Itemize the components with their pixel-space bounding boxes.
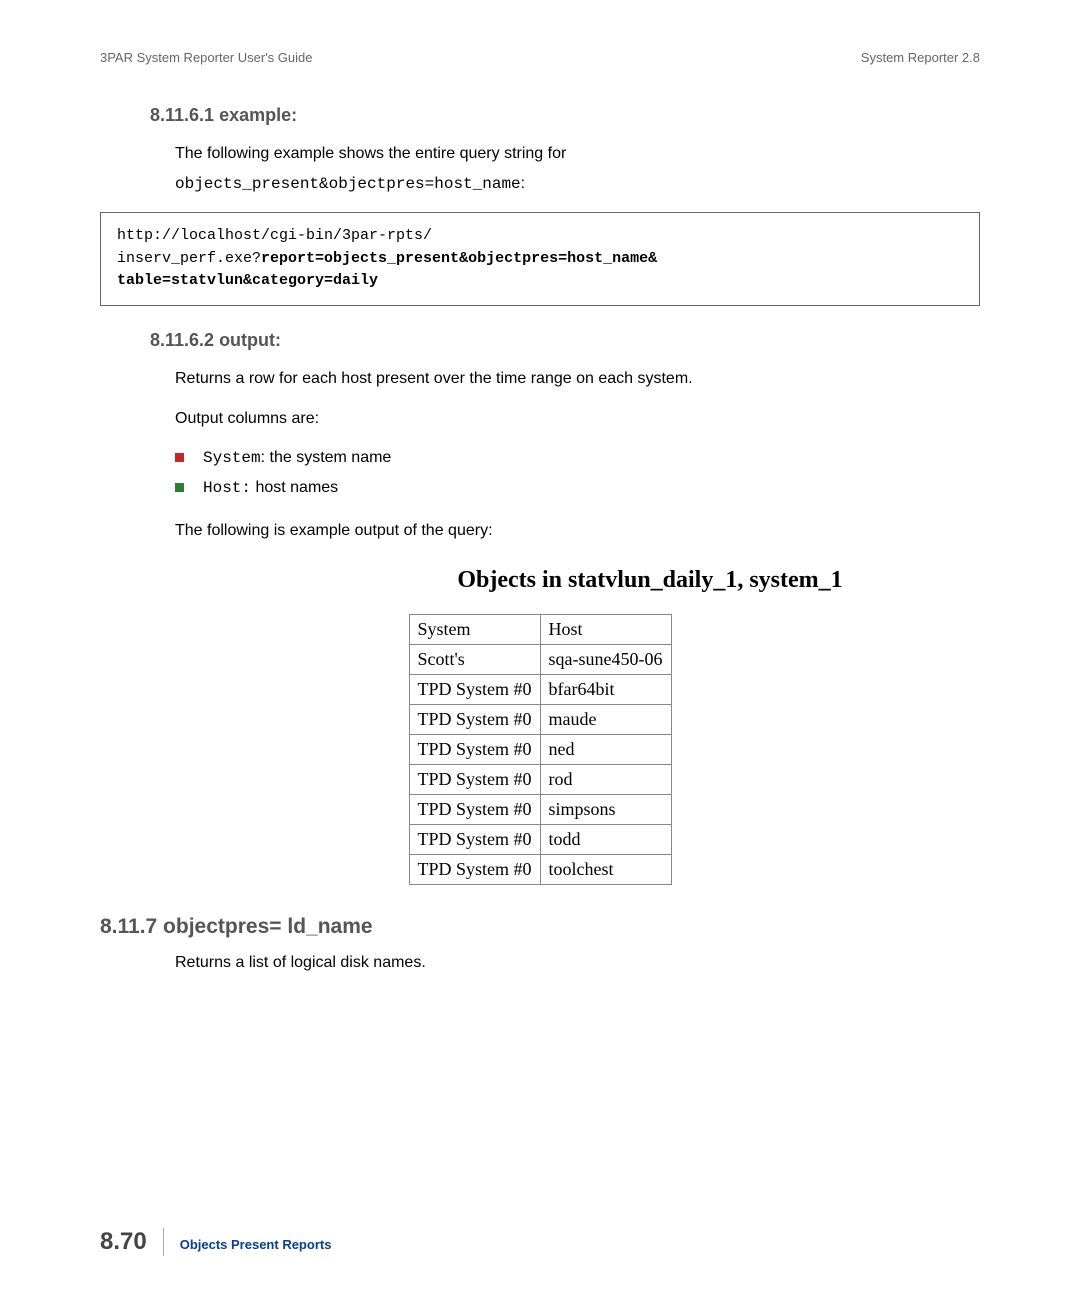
- table-row: Scott'ssqa-sune450-06: [409, 645, 671, 675]
- bullet-list: System: the system name Host: host names: [100, 443, 980, 504]
- cell-host: ned: [540, 735, 671, 765]
- output-para-2: Output columns are:: [100, 407, 980, 431]
- table-row: TPD System #0bfar64bit: [409, 675, 671, 705]
- output-table: System Host Scott'ssqa-sune450-06 TPD Sy…: [409, 614, 672, 885]
- bullet-code: System: [203, 449, 261, 467]
- document-page: 3PAR System Reporter User's Guide System…: [0, 0, 1080, 1296]
- intro-code: objects_present&objectpres=host_name: [175, 175, 521, 193]
- cell-host: rod: [540, 765, 671, 795]
- section-heading-example: 8.11.6.1 example:: [100, 105, 980, 126]
- cell-host: todd: [540, 825, 671, 855]
- colon: :: [521, 175, 525, 192]
- code-block: http://localhost/cgi-bin/3par-rpts/ inse…: [100, 212, 980, 306]
- table-row: TPD System #0toolchest: [409, 855, 671, 885]
- section-heading-output: 8.11.6.2 output:: [100, 330, 980, 351]
- intro-code-line: objects_present&objectpres=host_name:: [100, 172, 980, 196]
- cell-host: simpsons: [540, 795, 671, 825]
- table-row: TPD System #0simpsons: [409, 795, 671, 825]
- table-header-host: Host: [540, 615, 671, 645]
- square-bullet-icon: [175, 453, 184, 462]
- cell-host: bfar64bit: [540, 675, 671, 705]
- cell-system: TPD System #0: [409, 735, 540, 765]
- page-footer: 8.70 Objects Present Reports: [100, 1228, 980, 1256]
- intro-span: The following example shows the entire q…: [175, 145, 566, 162]
- table-row: TPD System #0ned: [409, 735, 671, 765]
- cell-system: TPD System #0: [409, 795, 540, 825]
- code-line-3: table=statvlun&category=daily: [117, 270, 963, 293]
- bullet-text: host names: [251, 479, 338, 496]
- cell-host: sqa-sune450-06: [540, 645, 671, 675]
- cell-system: TPD System #0: [409, 705, 540, 735]
- code-line-2a: inserv_perf.exe?: [117, 250, 261, 267]
- table-row: TPD System #0maude: [409, 705, 671, 735]
- bullet-code: Host:: [203, 479, 251, 497]
- cell-system: TPD System #0: [409, 765, 540, 795]
- table-header-system: System: [409, 615, 540, 645]
- header-left: 3PAR System Reporter User's Guide: [100, 50, 312, 65]
- section-heading-ldname: 8.11.7 objectpres= ld_name: [100, 915, 980, 939]
- cell-host: toolchest: [540, 855, 671, 885]
- cell-system: TPD System #0: [409, 675, 540, 705]
- square-bullet-icon: [175, 483, 184, 492]
- bullet-item-host: Host: host names: [175, 473, 980, 503]
- header-right: System Reporter 2.8: [861, 50, 980, 65]
- output-para-1: Returns a row for each host present over…: [100, 367, 980, 391]
- output-para-3: The following is example output of the q…: [100, 519, 980, 543]
- cell-host: maude: [540, 705, 671, 735]
- ldname-para: Returns a list of logical disk names.: [100, 951, 980, 975]
- page-header: 3PAR System Reporter User's Guide System…: [100, 50, 980, 65]
- table-header-row: System Host: [409, 615, 671, 645]
- intro-text: The following example shows the entire q…: [100, 142, 980, 166]
- code-line-1: http://localhost/cgi-bin/3par-rpts/: [117, 225, 963, 248]
- cell-system: Scott's: [409, 645, 540, 675]
- table-row: TPD System #0todd: [409, 825, 671, 855]
- bullet-text: : the system name: [261, 449, 392, 466]
- page-number: 8.70: [100, 1228, 164, 1256]
- code-line-2: inserv_perf.exe?report=objects_present&o…: [117, 248, 963, 271]
- bullet-item-system: System: the system name: [175, 443, 980, 473]
- table-row: TPD System #0rod: [409, 765, 671, 795]
- cell-system: TPD System #0: [409, 825, 540, 855]
- footer-title: Objects Present Reports: [180, 1237, 332, 1252]
- table-title: Objects in statvlun_daily_1, system_1: [320, 567, 980, 594]
- cell-system: TPD System #0: [409, 855, 540, 885]
- code-line-2b: report=objects_present&objectpres=host_n…: [261, 250, 657, 267]
